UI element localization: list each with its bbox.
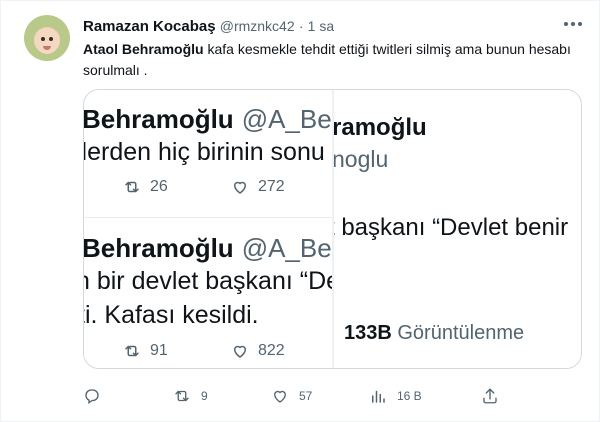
retweet-icon <box>175 390 189 402</box>
retweet-icon <box>125 181 139 193</box>
share-icon <box>483 388 497 404</box>
screenshot-author-handle: @A_Behra <box>241 233 332 263</box>
like-icon <box>274 390 286 403</box>
screenshot-author: Behramoğlu@A_Behra <box>84 233 332 264</box>
more-icon[interactable] <box>557 13 589 35</box>
reply-icon <box>85 389 99 405</box>
screenshot-author-name: ramoğlu <box>334 114 427 141</box>
avatar[interactable] <box>24 15 70 61</box>
screenshot-text-line-1: n bir devlet başkanı “De <box>84 267 332 295</box>
screenshot-like: 272 <box>230 178 285 196</box>
screenshot-text-line: t başkanı “Devlet benir <box>334 214 569 241</box>
screenshot-right: ramoğlu noglu t başkanı “Devlet benir 13… <box>334 90 581 368</box>
tweet-header: Ramazan Kocabaş @rmznkc42 · 1 sa <box>83 18 334 35</box>
retweet-count: 9 <box>201 389 208 403</box>
screenshot-like-count: 272 <box>258 178 285 195</box>
like-button[interactable]: 57 <box>271 383 312 409</box>
avatar-eye-left <box>41 37 45 41</box>
display-name[interactable]: Ramazan Kocabaş <box>83 18 216 35</box>
tweet-card[interactable]: Ramazan Kocabaş @rmznkc42 · 1 sa Ataol B… <box>0 0 600 422</box>
screenshot-retweet-count: 26 <box>150 178 168 195</box>
screenshot-like-count: 822 <box>258 342 285 359</box>
screenshot-author-handle: @A_Behra <box>241 104 332 134</box>
screenshot-author-name: Behramoğlu <box>84 104 234 134</box>
screenshot-retweet: 91 <box>122 342 168 360</box>
media-image[interactable]: Behramoğlu@A_Behra ilerden hiç birinin s… <box>83 89 582 369</box>
screenshot-author-handle: noglu <box>334 146 389 172</box>
share-button[interactable] <box>481 383 499 409</box>
screenshot-retweet-count: 91 <box>150 342 168 359</box>
screenshot-top-left: Behramoğlu@A_Behra ilerden hiç birinin s… <box>84 90 332 218</box>
screenshot-bottom-left: Behramoğlu@A_Behra n bir devlet başkanı … <box>84 219 332 368</box>
screenshot-views: 133B Görüntülenme <box>344 322 524 345</box>
views-button[interactable]: 16 B <box>369 383 422 409</box>
screenshot-views-count: 133B <box>344 322 392 344</box>
screenshot-views-label: Görüntülenme <box>397 322 525 344</box>
avatar-eye-right <box>49 37 53 41</box>
separator-dot: · <box>298 18 304 34</box>
screenshot-text-line-2: ti. Kafası kesildi. <box>84 301 259 329</box>
screenshot-author-name: Behramoğlu <box>84 233 234 263</box>
like-icon <box>233 181 247 194</box>
retweet-icon <box>125 345 139 357</box>
like-count: 57 <box>299 389 313 403</box>
timestamp[interactable]: 1 sa <box>308 18 334 34</box>
reply-button[interactable] <box>83 383 111 409</box>
views-count: 16 B <box>397 389 422 403</box>
user-handle[interactable]: @rmznkc42 <box>220 18 295 34</box>
tweet-actions: 9 57 16 B <box>83 383 593 409</box>
views-icon <box>372 390 385 403</box>
like-icon <box>233 345 247 358</box>
retweet-button[interactable]: 9 <box>173 383 208 409</box>
tweet-text: Ataol Behramoğlu kafa kesmekle tehdit et… <box>83 39 583 81</box>
screenshot-like: 822 <box>230 342 285 360</box>
screenshot-retweet: 26 <box>122 178 168 196</box>
screenshot-text-line: ilerden hiç birinin sonu <box>84 138 325 166</box>
screenshot-author: Behramoğlu@A_Behra <box>84 104 332 135</box>
avatar-face <box>35 28 59 54</box>
mention-name[interactable]: Ataol Behramoğlu <box>83 41 204 57</box>
